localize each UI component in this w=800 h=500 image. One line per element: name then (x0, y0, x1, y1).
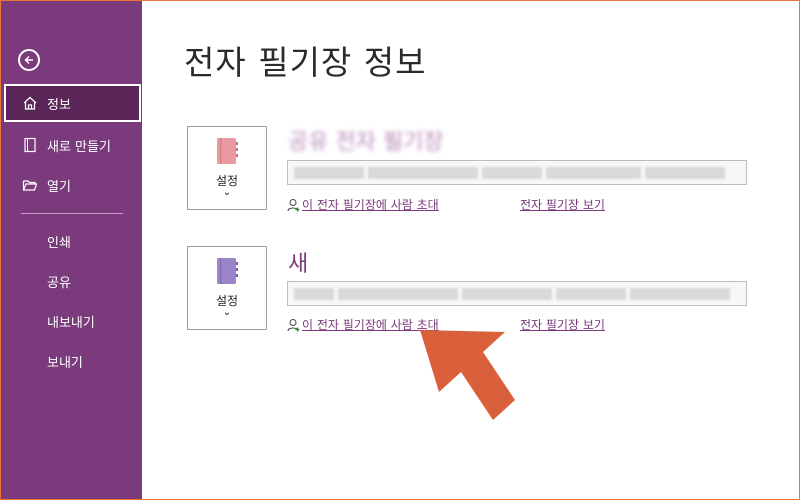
back-arrow-icon (24, 56, 33, 64)
notebook-path-field[interactable] (287, 160, 747, 185)
notebook-icon (217, 258, 238, 284)
sidebar-item-info[interactable]: 정보 (4, 84, 141, 122)
annotation-arrow-icon (420, 330, 515, 420)
notebook-name: 새 (288, 252, 309, 277)
sidebar-item-share[interactable]: 공유 (1, 262, 142, 300)
new-notebook-icon (21, 136, 39, 154)
chevron-down-icon: ⌄ (222, 307, 232, 318)
backstage-sidebar: 정보 새로 만들기 열기 인쇄 공유 내보내기 보내기 (1, 1, 142, 499)
sidebar-divider (21, 213, 123, 214)
notebook-name: 공유 전자 필기장 (288, 130, 444, 155)
sidebar-item-label: 정보 (47, 97, 71, 113)
notebook-icon (217, 138, 238, 164)
sidebar-item-label: 보내기 (47, 355, 83, 371)
sidebar-item-send[interactable]: 보내기 (1, 342, 142, 380)
sidebar-item-label: 열기 (47, 179, 71, 195)
folder-open-icon (21, 176, 39, 194)
notebook-path-field[interactable] (287, 281, 747, 306)
sidebar-item-export[interactable]: 내보내기 (1, 302, 142, 340)
back-button[interactable] (18, 49, 40, 71)
sidebar-item-print[interactable]: 인쇄 (1, 222, 142, 260)
view-notebook-link[interactable]: 전자 필기장 보기 (520, 316, 605, 333)
notebook-settings-button[interactable]: 설정 ⌄ (187, 126, 267, 210)
sidebar-item-label: 내보내기 (47, 315, 95, 331)
sidebar-item-label: 인쇄 (47, 235, 71, 251)
sidebar-item-new[interactable]: 새로 만들기 (1, 126, 142, 164)
sidebar-item-open[interactable]: 열기 (1, 166, 142, 204)
sidebar-item-label: 공유 (47, 275, 71, 291)
person-add-icon (287, 319, 300, 332)
page-title: 전자 필기장 정보 (184, 43, 427, 82)
view-notebook-link[interactable]: 전자 필기장 보기 (520, 196, 605, 213)
chevron-down-icon: ⌄ (222, 187, 232, 198)
person-add-icon (287, 199, 300, 212)
invite-people-link[interactable]: 이 전자 필기장에 사람 초대 (287, 196, 439, 213)
sidebar-item-label: 새로 만들기 (47, 139, 111, 155)
home-icon (21, 94, 39, 112)
notebook-settings-button[interactable]: 설정 ⌄ (187, 246, 267, 330)
